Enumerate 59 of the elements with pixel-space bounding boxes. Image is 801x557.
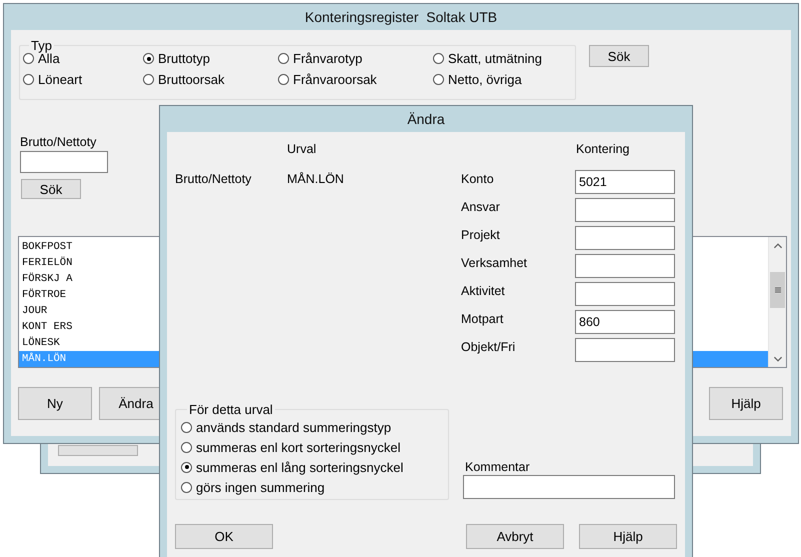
radio-option[interactable]: görs ingen summering	[181, 477, 448, 497]
field-label: Kommentar	[464, 460, 531, 474]
radio-icon[interactable]	[181, 422, 192, 432]
input-field[interactable]	[575, 282, 675, 306]
radio-option[interactable]: summeras enl kort sorteringsnyckel	[181, 437, 448, 457]
radio-option[interactable]: Löneart	[23, 72, 143, 87]
radio-icon[interactable]	[143, 74, 154, 85]
window-title: Konteringsregister Soltak UTB	[304, 9, 498, 25]
field-label: Aktivitet	[461, 283, 506, 298]
radio-icon[interactable]	[433, 53, 444, 64]
input-field[interactable]: 5021	[575, 170, 675, 194]
radio-icon[interactable]	[181, 442, 192, 452]
radio-option[interactable]: används standard summeringstyp	[181, 417, 448, 437]
radio-option[interactable]: Bruttoorsak	[143, 72, 278, 87]
radio-icon[interactable]	[278, 74, 289, 85]
radio-option[interactable]: Netto, övriga	[433, 72, 575, 87]
search-button[interactable]: Sök	[21, 179, 81, 199]
radio-option[interactable]: Frånvarotyp	[278, 51, 433, 66]
dialog-title: Ändra	[407, 111, 445, 127]
grip-icon	[774, 286, 782, 294]
radio-icon[interactable]	[23, 53, 34, 64]
input-field[interactable]	[575, 226, 675, 250]
field-label: Motpart	[461, 311, 504, 326]
cancel-button[interactable]: Avbryt	[466, 524, 564, 549]
group-label: Typ	[30, 38, 53, 53]
help-button[interactable]: Hjälp	[709, 387, 783, 420]
field-label: Konto	[461, 171, 495, 186]
comment-field[interactable]	[463, 475, 675, 499]
radio-icon[interactable]	[143, 53, 154, 64]
radio-option[interactable]: Skatt, utmätning	[433, 51, 575, 66]
column-header: Urval	[287, 142, 318, 156]
radio-icon[interactable]	[23, 74, 34, 85]
radio-option[interactable]: Frånvaroorsak	[278, 72, 433, 87]
input-field[interactable]	[575, 198, 675, 222]
input-field[interactable]: 860	[575, 310, 675, 334]
radio-option[interactable]: summeras enl lång sorteringsnyckel	[181, 457, 448, 477]
input-field[interactable]	[20, 151, 108, 173]
group-label: För detta urval	[188, 402, 274, 417]
radio-icon[interactable]	[433, 74, 444, 85]
radio-icon[interactable]	[181, 482, 192, 492]
new-button[interactable]: Ny	[18, 387, 92, 420]
field-label: Brutto/Nettoty	[20, 135, 96, 149]
radio-icon[interactable]	[181, 462, 192, 472]
input-field[interactable]	[575, 338, 675, 362]
search-button[interactable]: Sök	[589, 45, 649, 67]
scrollbar[interactable]	[768, 237, 786, 367]
ok-button[interactable]: OK	[175, 524, 273, 549]
row-label: Brutto/Nettoty	[175, 171, 252, 186]
column-header: Kontering	[575, 142, 631, 156]
field-label: Verksamhet	[461, 255, 528, 270]
scrollbar-thumb[interactable]	[770, 272, 785, 308]
field-label: Ansvar	[461, 199, 501, 214]
radio-option[interactable]: Bruttotyp	[143, 51, 278, 66]
input-field[interactable]	[575, 254, 675, 278]
field-label: Projekt	[461, 227, 501, 242]
field-label: Objekt/Fri	[461, 339, 516, 354]
radio-icon[interactable]	[278, 53, 289, 64]
selection-value: MÅN.LÖN	[287, 171, 345, 186]
help-button[interactable]: Hjälp	[579, 524, 677, 549]
